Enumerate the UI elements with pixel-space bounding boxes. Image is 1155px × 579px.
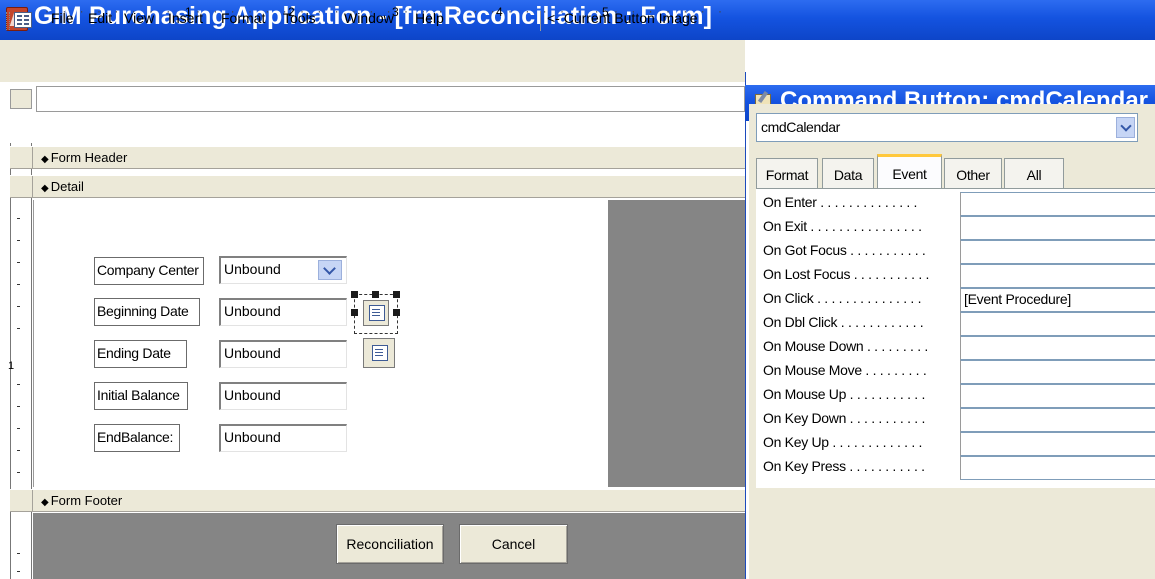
ruler-number: 2 <box>288 5 295 19</box>
tab-format[interactable]: Format <box>756 158 818 188</box>
property-row-on-mouse-down[interactable]: On Mouse Down . . . . . . . . . <box>756 336 1155 360</box>
property-name: On Click . . . . . . . . . . . . . . . <box>763 290 922 306</box>
property-row-on-got-focus[interactable]: On Got Focus . . . . . . . . . . . <box>756 240 1155 264</box>
property-row-on-mouse-up[interactable]: On Mouse Up . . . . . . . . . . . <box>756 384 1155 408</box>
sizing-handle[interactable] <box>372 291 379 298</box>
property-value[interactable] <box>960 336 1155 360</box>
ruler-ticks: · · · · · · · · · · · · · <box>614 4 736 18</box>
sizing-handle[interactable] <box>351 309 358 316</box>
section-selector[interactable] <box>10 147 33 168</box>
company-center-label[interactable]: Company Center <box>94 257 204 285</box>
property-row-on-enter[interactable]: On Enter . . . . . . . . . . . . . . <box>756 192 1155 216</box>
tab-other[interactable]: Other <box>944 158 1002 188</box>
property-name: On Lost Focus . . . . . . . . . . . <box>763 266 930 282</box>
ruler-ticks: · · · · · · · · · · · · · <box>508 4 600 18</box>
section-arrow-icon: ◆ <box>41 497 49 508</box>
property-name: On Exit . . . . . . . . . . . . . . . . <box>763 218 922 234</box>
form-view-icon[interactable] <box>14 12 32 28</box>
ending-date-field[interactable]: Unbound <box>219 340 347 368</box>
property-value[interactable] <box>960 216 1155 240</box>
ruler-ticks: · · · · · · · · · · · · · <box>404 4 496 18</box>
cmd-calendar-button[interactable] <box>363 300 389 326</box>
property-value[interactable] <box>960 384 1155 408</box>
form-header-label: Form Header <box>50 150 128 165</box>
property-value[interactable] <box>960 192 1155 216</box>
property-row-on-key-up[interactable]: On Key Up . . . . . . . . . . . . . <box>756 432 1155 456</box>
property-row-on-key-press[interactable]: On Key Press . . . . . . . . . . . <box>756 456 1155 480</box>
ruler-number: 3 <box>392 5 399 19</box>
vertical-ruler-number: 1 <box>8 360 15 372</box>
ruler-number: 1 <box>185 5 192 19</box>
end-balance-label[interactable]: EndBalance: <box>94 424 180 452</box>
property-name: On Key Press . . . . . . . . . . . <box>763 458 925 474</box>
sizing-handle[interactable] <box>351 291 358 298</box>
detail-label-wrap: ◆ Detail <box>41 179 84 194</box>
form-header-label-wrap: ◆ Form Header <box>41 150 127 165</box>
property-row-on-click[interactable]: On Click . . . . . . . . . . . . . . . [… <box>756 288 1155 312</box>
combo-dropdown-arrow-icon[interactable] <box>318 260 342 280</box>
property-name: On Dbl Click . . . . . . . . . . . . <box>763 314 924 330</box>
beginning-date-label[interactable]: Beginning Date <box>94 298 200 326</box>
tab-data[interactable]: Data <box>822 158 874 188</box>
property-value[interactable] <box>960 312 1155 336</box>
property-name: On Mouse Up . . . . . . . . . . . <box>763 386 926 402</box>
property-name: On Key Up . . . . . . . . . . . . . <box>763 434 923 450</box>
property-value[interactable] <box>960 360 1155 384</box>
sizing-handle[interactable] <box>393 309 400 316</box>
form-footer-label-wrap: ◆ Form Footer <box>41 493 122 508</box>
toolbar-grip[interactable] <box>6 12 10 30</box>
section-arrow-icon: ◆ <box>41 154 49 165</box>
property-name: On Mouse Move . . . . . . . . . <box>763 362 927 378</box>
ending-date-label[interactable]: Ending Date <box>94 340 187 368</box>
form-header-bar[interactable]: ◆ Form Header <box>10 146 745 169</box>
tab-event[interactable]: Event <box>877 154 942 190</box>
property-row-on-lost-focus[interactable]: On Lost Focus . . . . . . . . . . . <box>756 264 1155 288</box>
property-row-on-dbl-click[interactable]: On Dbl Click . . . . . . . . . . . . <box>756 312 1155 336</box>
ruler-ticks: · · · · · · · · · · · · · <box>45 4 185 18</box>
section-selector[interactable] <box>10 490 33 511</box>
ruler-number: 5 <box>602 5 609 19</box>
property-value[interactable] <box>960 240 1155 264</box>
detail-bar[interactable]: ◆ Detail <box>10 175 745 198</box>
ruler-ticks: · · · · · · · · · · · · · <box>300 4 392 18</box>
property-name: On Mouse Down . . . . . . . . . <box>763 338 928 354</box>
form-footer-label: Form Footer <box>50 493 123 508</box>
property-row-on-key-down[interactable]: On Key Down . . . . . . . . . . . <box>756 408 1155 432</box>
calendar-icon <box>372 345 388 361</box>
detail-background <box>608 200 745 487</box>
property-row-on-exit[interactable]: On Exit . . . . . . . . . . . . . . . . <box>756 216 1155 240</box>
tab-all[interactable]: All <box>1004 158 1064 188</box>
horizontal-ruler <box>36 86 745 112</box>
menu-bar <box>0 40 745 82</box>
sizing-handle[interactable] <box>393 291 400 298</box>
ruler-number: 4 <box>496 5 503 19</box>
object-selector-dropdown-icon[interactable] <box>1116 117 1135 138</box>
object-selector-combo[interactable]: cmdCalendar <box>756 113 1138 142</box>
end-balance-field[interactable]: Unbound <box>219 424 347 452</box>
property-name: On Enter . . . . . . . . . . . . . . <box>763 194 918 210</box>
ruler-ticks: · · · · · · · · · · · · · <box>196 4 288 18</box>
reconciliation-button[interactable]: Reconciliation <box>336 524 444 564</box>
property-value[interactable]: [Event Procedure] <box>960 288 1155 312</box>
beginning-date-field[interactable]: Unbound <box>219 298 347 326</box>
section-arrow-icon: ◆ <box>41 183 49 194</box>
initial-balance-label[interactable]: Initial Balance <box>94 382 188 410</box>
property-row-on-mouse-move[interactable]: On Mouse Move . . . . . . . . . <box>756 360 1155 384</box>
property-value[interactable] <box>960 456 1155 480</box>
initial-balance-field[interactable]: Unbound <box>219 382 347 410</box>
section-selector[interactable] <box>10 176 33 197</box>
property-value[interactable] <box>960 408 1155 432</box>
property-name: On Got Focus . . . . . . . . . . . <box>763 242 926 258</box>
form-footer-bar[interactable]: ◆ Form Footer <box>10 489 745 512</box>
form-selector[interactable] <box>10 89 32 109</box>
detail-label: Detail <box>50 179 84 194</box>
calendar-button-2[interactable] <box>363 338 395 368</box>
property-value[interactable] <box>960 432 1155 456</box>
cancel-button[interactable]: Cancel <box>459 524 568 564</box>
calendar-icon <box>369 305 385 321</box>
property-value[interactable] <box>960 264 1155 288</box>
property-name: On Key Down . . . . . . . . . . . <box>763 410 926 426</box>
